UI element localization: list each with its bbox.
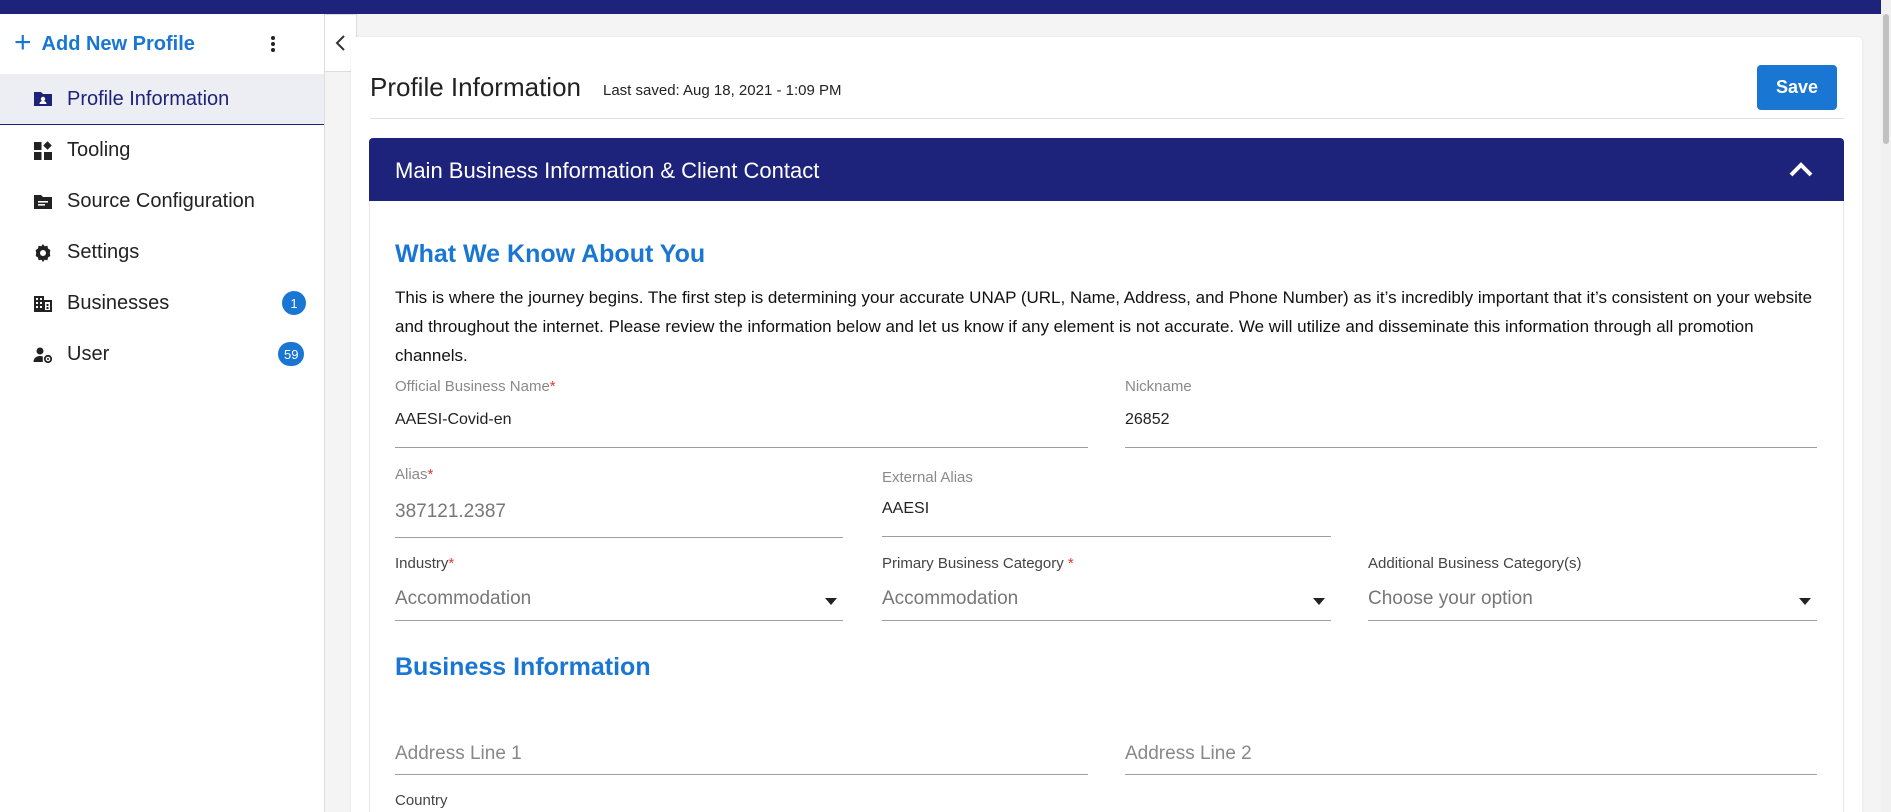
last-saved-text: Last saved: Aug 18, 2021 - 1:09 PM bbox=[603, 82, 842, 99]
additional-business-category-value: Choose your option bbox=[1368, 588, 1533, 609]
alias-field[interactable]: Alias* 387121.2387 bbox=[395, 463, 843, 538]
scrollbar-thumb[interactable] bbox=[1883, 14, 1889, 144]
sidebar-item-tooling[interactable]: Tooling bbox=[0, 125, 324, 176]
user-settings-icon bbox=[33, 345, 53, 365]
additional-business-category-label: Additional Business Category(s) bbox=[1368, 555, 1582, 572]
external-alias-value: AAESI bbox=[882, 500, 930, 517]
address-line-2-field[interactable] bbox=[1125, 735, 1817, 775]
industry-value: Accommodation bbox=[395, 588, 532, 609]
add-new-profile-label: Add New Profile bbox=[41, 32, 195, 55]
save-button[interactable]: Save bbox=[1757, 65, 1837, 110]
sidebar-item-label: Settings bbox=[67, 241, 140, 263]
building-icon bbox=[33, 294, 53, 314]
industry-label: Industry* bbox=[395, 555, 455, 572]
official-business-name-field[interactable]: Official Business Name* AAESI-Covid-en bbox=[395, 376, 1088, 448]
profile-folder-icon bbox=[33, 89, 53, 109]
businesses-count-badge: 1 bbox=[282, 291, 306, 315]
add-new-profile-button[interactable]: + Add New Profile bbox=[14, 25, 195, 59]
widgets-icon bbox=[33, 140, 53, 161]
sidebar-item-user[interactable]: User 59 bbox=[0, 329, 324, 380]
caret-down-icon bbox=[1799, 598, 1811, 605]
primary-business-category-value: Accommodation bbox=[882, 588, 1019, 609]
sidebar-item-profile-information[interactable]: Profile Information bbox=[0, 74, 324, 125]
page-title: Profile Information bbox=[370, 72, 581, 102]
about-heading: What We Know About You bbox=[395, 240, 706, 268]
card-header: Profile Information Last saved: Aug 18, … bbox=[370, 37, 1844, 119]
source-folder-icon bbox=[33, 192, 53, 212]
chevron-left-icon bbox=[335, 35, 345, 51]
industry-select[interactable]: Industry* Accommodation bbox=[395, 553, 843, 621]
section-header[interactable]: Main Business Information & Client Conta… bbox=[369, 138, 1844, 201]
more-options-icon[interactable] bbox=[265, 34, 281, 58]
user-count-badge: 59 bbox=[278, 342, 305, 366]
primary-business-category-label: Primary Business Category * bbox=[882, 555, 1074, 572]
sidebar-item-businesses[interactable]: Businesses 1 bbox=[0, 278, 324, 329]
chevron-up-icon[interactable] bbox=[1788, 158, 1814, 182]
about-paragraph: This is where the journey begins. The fi… bbox=[395, 288, 1813, 365]
nickname-value: 26852 bbox=[1125, 411, 1170, 428]
alias-value: 387121.2387 bbox=[395, 501, 506, 522]
sidebar-item-settings[interactable]: Settings bbox=[0, 227, 324, 278]
address-line-1-input[interactable] bbox=[395, 741, 1088, 769]
sidebar-item-label: User bbox=[67, 343, 110, 365]
address-line-1-field[interactable] bbox=[395, 735, 1088, 775]
external-alias-label: External Alias bbox=[882, 469, 973, 486]
official-business-name-value: AAESI-Covid-en bbox=[395, 411, 512, 428]
alias-label: Alias* bbox=[395, 466, 434, 483]
caret-down-icon bbox=[1313, 598, 1325, 605]
caret-down-icon bbox=[825, 598, 837, 605]
sidebar-item-source-configuration[interactable]: Source Configuration bbox=[0, 176, 324, 227]
primary-business-category-select[interactable]: Primary Business Category * Accommodatio… bbox=[882, 553, 1331, 621]
gear-icon bbox=[33, 243, 53, 263]
sidebar-item-label: Businesses bbox=[67, 292, 170, 314]
country-label: Country bbox=[395, 792, 448, 809]
nickname-field[interactable]: Nickname 26852 bbox=[1125, 376, 1817, 448]
business-information-heading: Business Information bbox=[395, 653, 651, 681]
address-line-2-input[interactable] bbox=[1125, 741, 1817, 769]
plus-icon: + bbox=[14, 25, 32, 59]
sidebar: + Add New Profile Profile Information To… bbox=[0, 14, 325, 812]
sidebar-item-label: Tooling bbox=[67, 139, 131, 161]
sidebar-header: + Add New Profile bbox=[0, 14, 324, 74]
top-bar bbox=[0, 0, 1891, 14]
external-alias-field[interactable]: External Alias AAESI bbox=[882, 466, 1331, 537]
sidebar-item-label: Profile Information bbox=[67, 87, 230, 110]
official-business-name-label: Official Business Name* bbox=[395, 378, 556, 395]
section-title: Main Business Information & Client Conta… bbox=[395, 158, 820, 183]
nickname-label: Nickname bbox=[1125, 378, 1192, 395]
sidebar-item-label: Source Configuration bbox=[67, 190, 255, 212]
additional-business-category-select[interactable]: Additional Business Category(s) Choose y… bbox=[1368, 553, 1817, 621]
